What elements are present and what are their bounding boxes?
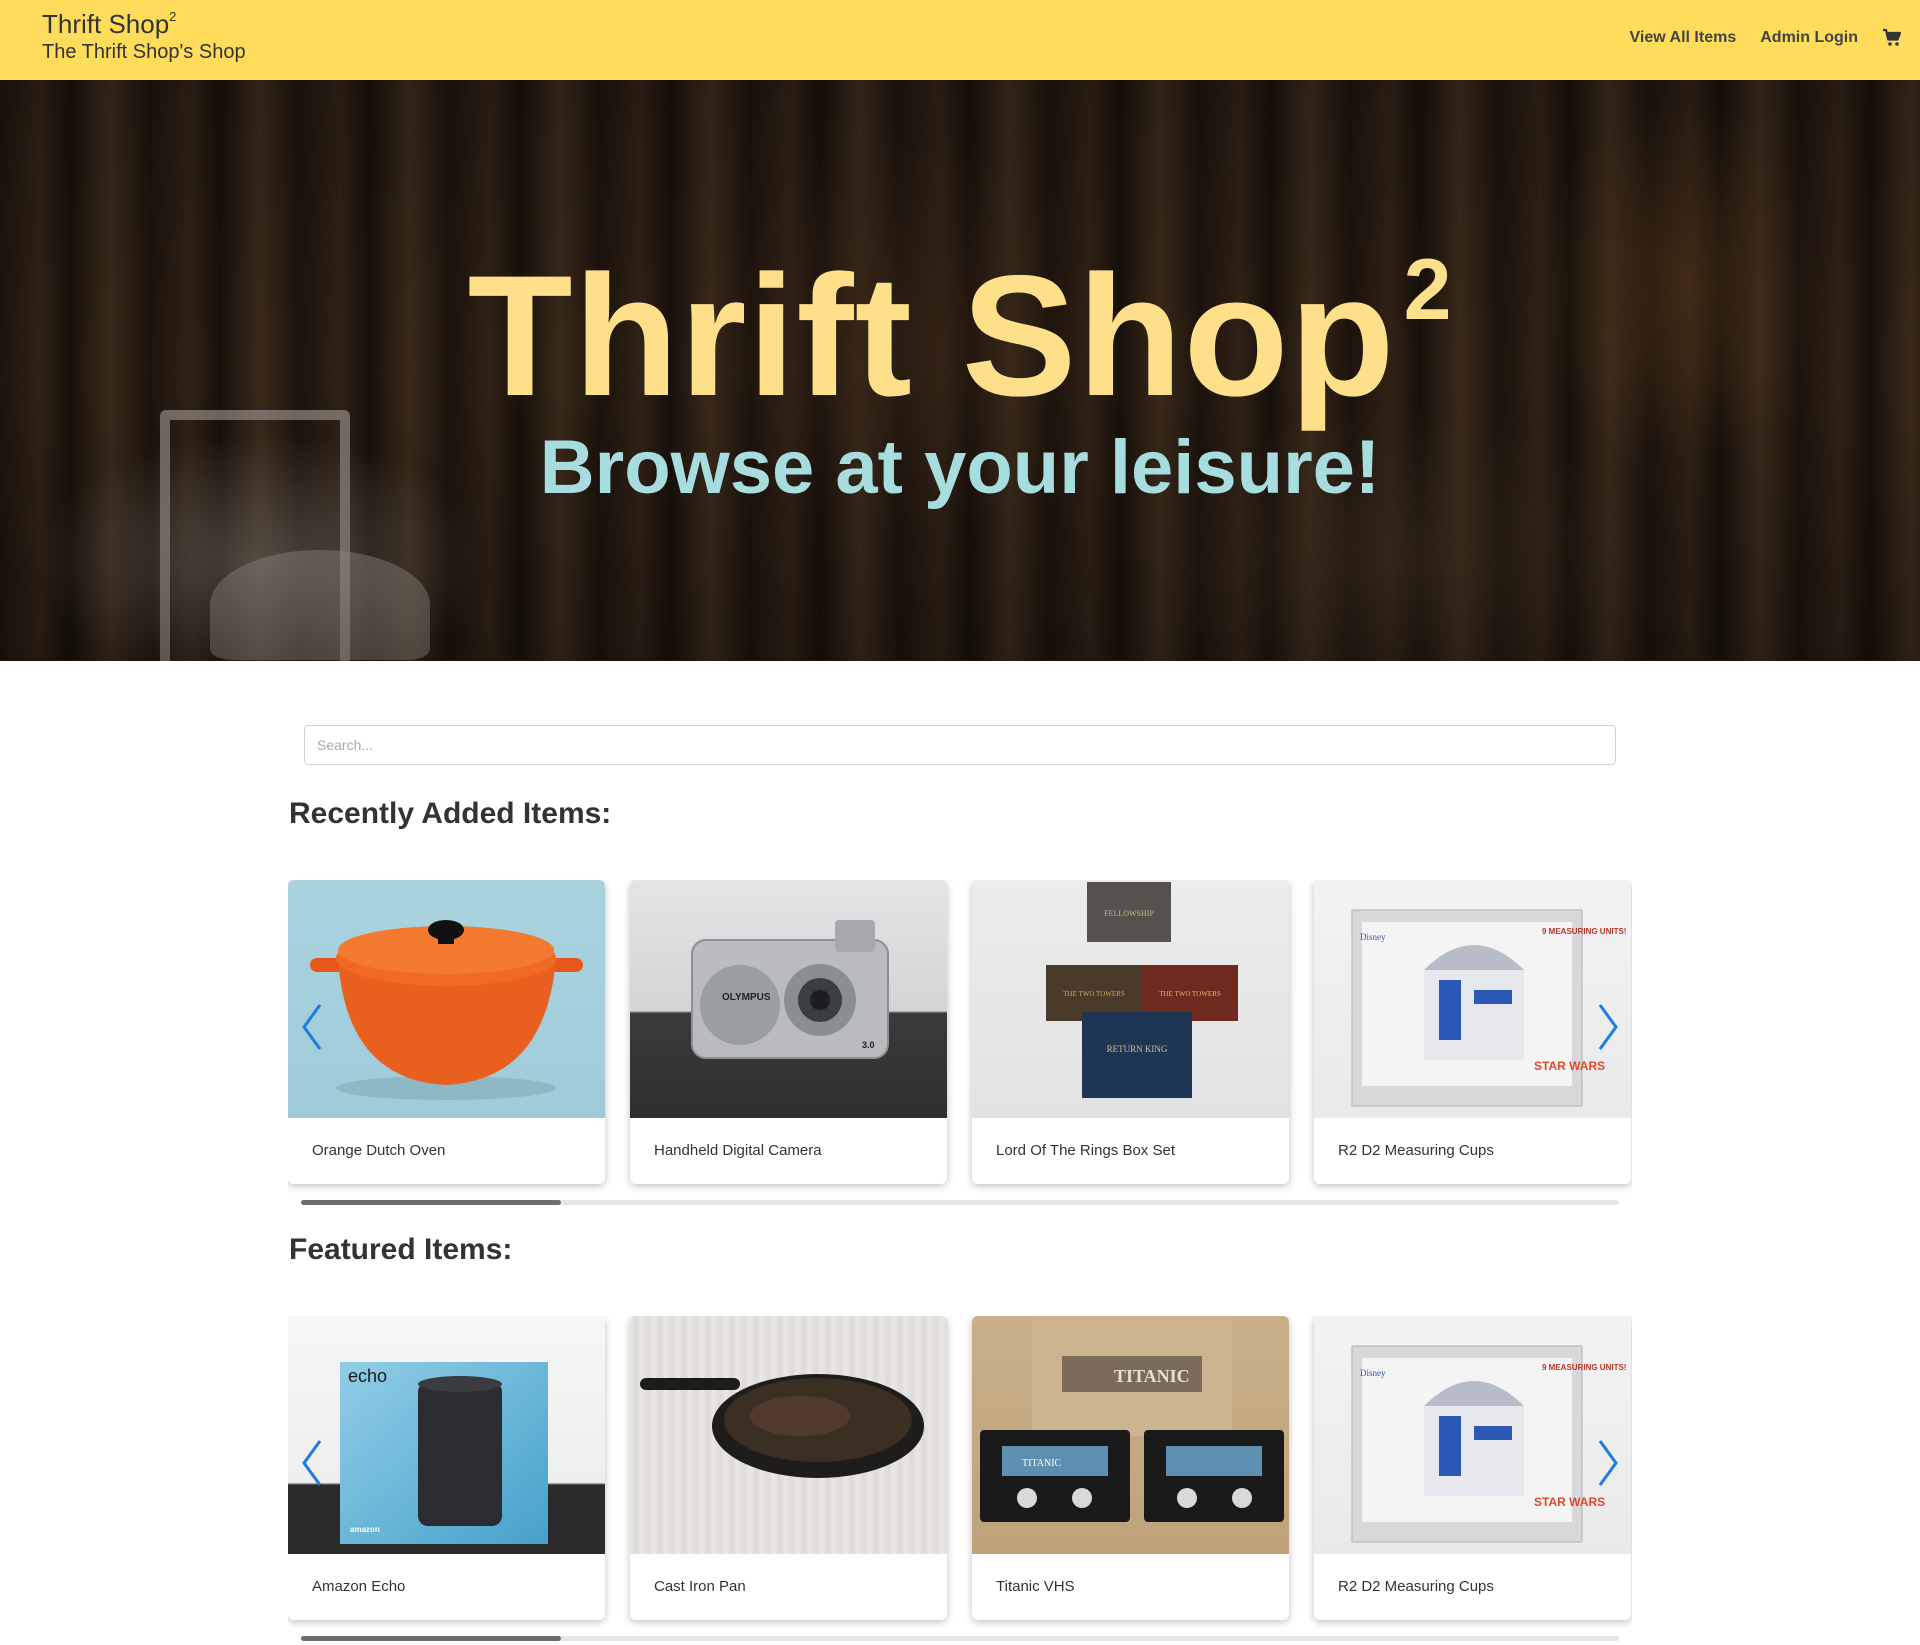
recently-added-heading: Recently Added Items: — [289, 797, 612, 830]
camera-brand-text: OLYMPUS — [722, 992, 771, 1003]
item-image — [630, 1316, 947, 1554]
featured-heading: Featured Items: — [289, 1233, 513, 1266]
item-title: Handheld Digital Camera — [654, 1142, 822, 1159]
navbar: Thrift Shop2 The Thrift Shop's Shop View… — [0, 0, 1920, 80]
search-input[interactable] — [304, 725, 1616, 765]
item-card[interactable]: 9 MEASURING UNITS! Disney STAR WARS R2 D… — [1314, 1316, 1631, 1620]
item-card[interactable]: Cast Iron Pan — [630, 1316, 947, 1620]
item-card[interactable]: Orange Dutch Oven — [288, 880, 605, 1184]
r2-banner-text: STAR WARS — [1534, 1059, 1605, 1073]
lotr-top-text: FELLOWSHIP — [1104, 909, 1154, 918]
brand-subtitle: The Thrift Shop's Shop — [42, 40, 246, 63]
hero-title: Thrift Shop2 — [467, 240, 1453, 432]
titanic-tape-text: TITANIC — [1022, 1458, 1062, 1469]
echo-label-text: echo — [348, 1366, 387, 1386]
hero-subtitle: Browse at your leisure! — [539, 425, 1381, 510]
echo-brand-text: amazon — [350, 1525, 380, 1534]
item-image: 9 MEASURING UNITS! Disney STAR WARS — [1314, 880, 1631, 1118]
item-image: 9 MEASURING UNITS! Disney STAR WARS — [1314, 1316, 1631, 1554]
lotr-right-text: THE TWO TOWERS — [1159, 990, 1221, 998]
lotr-bottom-text: RETURN KING — [1107, 1044, 1168, 1054]
item-image: OLYMPUS 3.0 — [630, 880, 947, 1118]
camera-zoom-text: 3.0 — [862, 1040, 875, 1050]
item-image: FELLOWSHIP THE TWO TOWERS THE TWO TOWERS… — [972, 880, 1289, 1118]
recently-added-scrollbar[interactable] — [301, 1200, 1619, 1205]
item-title: Amazon Echo — [312, 1578, 406, 1595]
item-title: Lord Of The Rings Box Set — [996, 1142, 1175, 1159]
carousel-prev-arrow-icon[interactable] — [300, 1439, 324, 1487]
r2-disney-text: Disney — [1360, 932, 1386, 942]
nav-admin-login[interactable]: Admin Login — [1760, 29, 1858, 47]
brand-logo[interactable]: Thrift Shop2 The Thrift Shop's Shop — [42, 9, 246, 64]
item-title: R2 D2 Measuring Cups — [1338, 1578, 1494, 1595]
item-title: Cast Iron Pan — [654, 1578, 746, 1595]
item-title: Titanic VHS — [996, 1578, 1075, 1595]
hero-title-superscript: 2 — [1403, 242, 1453, 338]
carousel-next-arrow-icon[interactable] — [1596, 1003, 1620, 1051]
item-image: TITANIC TITANIC — [972, 1316, 1289, 1554]
recently-added-carousel: Orange Dutch Oven OLYMPUS 3.0 Handheld D… — [288, 880, 1632, 1198]
item-card[interactable]: 9 MEASURING UNITS! Disney STAR WARS R2 D… — [1314, 880, 1631, 1184]
carousel-next-arrow-icon[interactable] — [1596, 1439, 1620, 1487]
scrollbar-thumb[interactable] — [301, 1636, 561, 1641]
r2-units-text: 9 MEASURING UNITS! — [1542, 927, 1626, 936]
item-image: echo amazon — [288, 1316, 605, 1554]
hero-banner: Thrift Shop2 Browse at your leisure! — [0, 80, 1920, 661]
nav-links: View All Items Admin Login — [1630, 28, 1902, 48]
item-card[interactable]: TITANIC TITANIC Titanic VHS — [972, 1316, 1289, 1620]
carousel-prev-arrow-icon[interactable] — [300, 1003, 324, 1051]
brand-superscript: 2 — [169, 9, 177, 25]
brand-title: Thrift Shop2 — [42, 9, 177, 39]
r2-units-text: 9 MEASURING UNITS! — [1542, 1363, 1626, 1372]
item-card[interactable]: echo amazon Amazon Echo — [288, 1316, 605, 1620]
item-image — [288, 880, 605, 1118]
titanic-box-text: TITANIC — [1114, 1366, 1190, 1386]
item-card[interactable]: FELLOWSHIP THE TWO TOWERS THE TWO TOWERS… — [972, 880, 1289, 1184]
r2-disney-text: Disney — [1360, 1368, 1386, 1378]
featured-scrollbar[interactable] — [301, 1636, 1619, 1641]
featured-carousel: echo amazon Amazon Echo Cast Iron Pan TI… — [288, 1316, 1632, 1634]
item-card[interactable]: OLYMPUS 3.0 Handheld Digital Camera — [630, 880, 947, 1184]
item-title: Orange Dutch Oven — [312, 1142, 446, 1159]
lotr-left-text: THE TWO TOWERS — [1063, 990, 1125, 998]
nav-view-all-items[interactable]: View All Items — [1630, 29, 1737, 47]
item-title: R2 D2 Measuring Cups — [1338, 1142, 1494, 1159]
shopping-cart-icon[interactable] — [1882, 28, 1902, 48]
scrollbar-thumb[interactable] — [301, 1200, 561, 1205]
r2-banner-text: STAR WARS — [1534, 1495, 1605, 1509]
